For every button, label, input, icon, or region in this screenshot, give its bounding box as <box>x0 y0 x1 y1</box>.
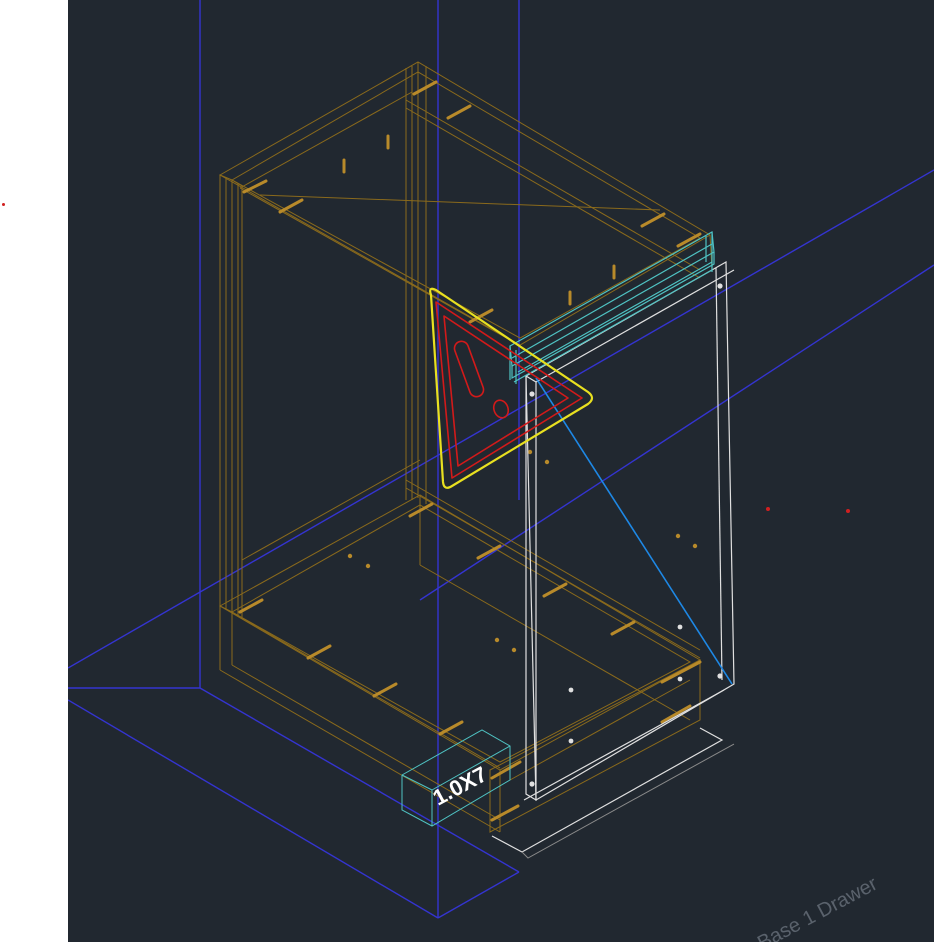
drawer-front-screws <box>529 283 723 787</box>
warning-exclamation-mark <box>453 340 510 419</box>
stray-point-marker <box>2 203 5 206</box>
warning-triangle-icon[interactable] <box>429 287 594 489</box>
cabinet-carcass[interactable] <box>218 61 713 833</box>
layout-tab-label[interactable]: Base 1 Drawer <box>754 873 881 942</box>
diagonal-measure-line <box>535 377 733 685</box>
drawer-front-panel[interactable] <box>523 260 735 802</box>
point-markers <box>766 507 850 513</box>
grid-axis-lines <box>68 0 934 919</box>
cad-drawing[interactable]: 1.0X7 Base 1 Drawer <box>68 0 934 942</box>
left-margin <box>0 0 68 942</box>
shelf-pin-holes <box>347 449 698 653</box>
cad-model-viewport[interactable]: 1.0X7 Base 1 Drawer <box>68 0 934 942</box>
